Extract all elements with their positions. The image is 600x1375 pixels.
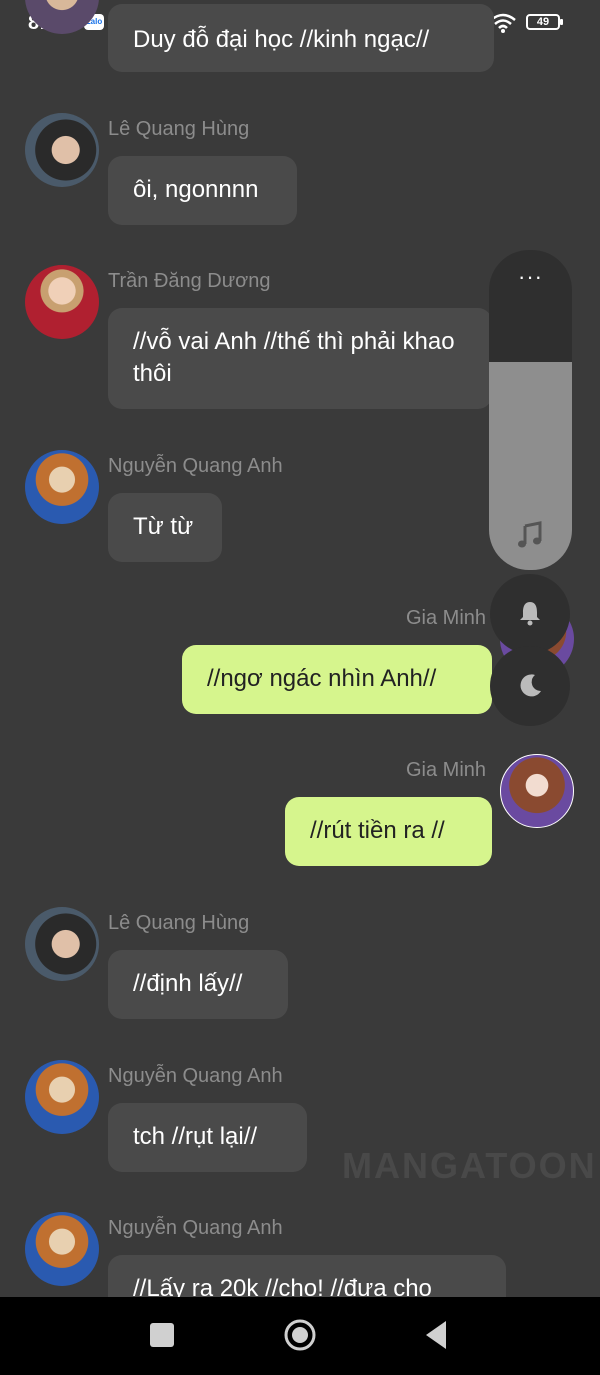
message-bubble[interactable]: ôi, ngonnnn xyxy=(108,156,297,225)
message-bubble-outgoing[interactable]: //ngơ ngác nhìn Anh// xyxy=(182,645,492,714)
sender-name: Nguyễn Quang Anh xyxy=(108,1217,283,1239)
battery-icon: 49 xyxy=(526,14,563,30)
message-bubble[interactable]: Từ từ xyxy=(108,493,222,562)
avatar-le-quang-hung[interactable] xyxy=(25,113,99,187)
notification-volume-button[interactable] xyxy=(490,574,570,654)
message-bubble-clip: //Lấy ra 20k //cho! //đưa cho xyxy=(108,1255,506,1297)
message-bubble[interactable]: //định lấy// xyxy=(108,950,288,1019)
avatar-tran-dang-duong[interactable] xyxy=(25,265,99,339)
volume-panel[interactable]: ··· xyxy=(489,250,572,570)
message-bubble[interactable]: Duy đỗ đại học //kinh ngạc// xyxy=(108,4,494,72)
message-bubble[interactable]: tch //rụt lại// xyxy=(108,1103,307,1172)
avatar-nguyen-quang-anh[interactable] xyxy=(25,450,99,524)
avatar-nguyen-quang-anh[interactable] xyxy=(25,1212,99,1286)
volume-more-icon[interactable]: ··· xyxy=(489,264,572,290)
music-icon[interactable] xyxy=(515,520,545,550)
back-button-icon[interactable] xyxy=(424,1319,448,1351)
sender-name: Lê Quang Hùng xyxy=(108,912,250,934)
message-bubble-outgoing[interactable]: //rút tiền ra // xyxy=(285,797,492,866)
sender-name: Gia Minh xyxy=(406,607,487,629)
sender-name: Nguyễn Quang Anh xyxy=(108,455,283,477)
message-bubble[interactable]: //vỗ vai Anh //thế thì phải khao thôi xyxy=(108,308,492,409)
message-bubble[interactable]: //Lấy ra 20k //cho! //đưa cho xyxy=(108,1255,506,1297)
sender-name: Nguyễn Quang Anh xyxy=(108,1065,283,1087)
bell-icon xyxy=(520,602,540,626)
recents-button-icon[interactable] xyxy=(150,1323,174,1347)
watermark: MANGATOON xyxy=(342,1145,597,1186)
sender-name: Lê Quang Hùng xyxy=(108,118,250,140)
do-not-disturb-button[interactable] xyxy=(490,646,570,726)
sender-name: Gia Minh xyxy=(406,759,487,781)
avatar-gia-minh[interactable] xyxy=(500,754,574,828)
sender-name: Trần Đăng Dương xyxy=(108,270,271,292)
home-button-icon[interactable] xyxy=(283,1318,317,1352)
avatar-le-quang-hung[interactable] xyxy=(25,907,99,981)
moon-icon xyxy=(520,674,541,697)
avatar-nguyen-quang-anh[interactable] xyxy=(25,1060,99,1134)
